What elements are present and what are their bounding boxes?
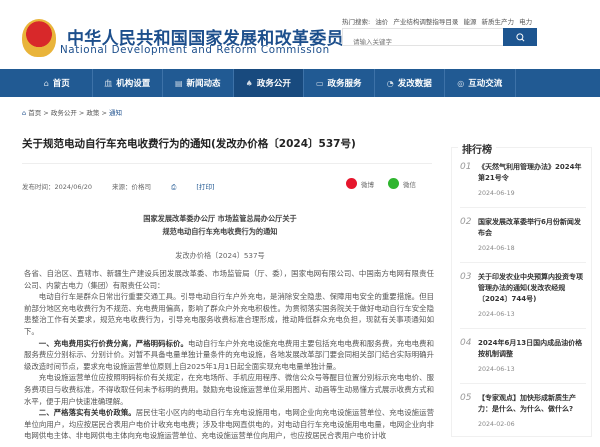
printer-icon: ⎙	[171, 183, 177, 191]
hot-term[interactable]: 油价	[375, 18, 388, 26]
nav-government-affairs[interactable]: ♠ 政务公开	[233, 69, 304, 97]
share-wechat[interactable]: 微信	[388, 178, 416, 189]
ranking-item[interactable]: 03 关于印发农业中央预算内投资专项管理办法的通知(发改农经规〔2024〕744号…	[460, 272, 586, 329]
breadcrumb-item[interactable]: 政策	[86, 109, 99, 117]
site-header: 中华人民共和国国家发展和改革委员会 National Development a…	[0, 0, 600, 69]
rank-title[interactable]: 《天然气利用管理办法》2024年第21号令	[478, 162, 586, 184]
rank-title[interactable]: 2024年6月13日国内成品油价格按机制调整	[478, 338, 586, 360]
search-input[interactable]	[343, 34, 493, 51]
section-heading: 二、严格落实有关电价政策。	[38, 408, 136, 418]
ranking-title: 排行榜	[458, 141, 496, 156]
rank-date: 2024-06-13	[478, 366, 515, 373]
article-title: 关于规范电动自行车充电收费行为的通知(发改办价格〔2024〕537号)	[22, 138, 356, 150]
hot-search: 热门搜索: 油价 产业结构调整指导目录 能源 新质生产力 电力	[342, 16, 535, 26]
nav-label: 政务公开	[256, 79, 291, 89]
tree-icon: ♠	[245, 78, 253, 88]
breadcrumb-item[interactable]: 政务公开	[51, 109, 77, 117]
paragraph: 各省、自治区、直辖市、新疆生产建设兵团发展改革委、市场监管局（厅、委），国家电网…	[24, 269, 434, 290]
rank-date: 2024-06-13	[478, 311, 515, 318]
publish-date: 发布时间：2024/06/20	[22, 183, 92, 191]
rank-number: 05	[460, 393, 472, 403]
logo-en[interactable]: National Development and Reform Commissi…	[60, 44, 330, 56]
source: 来源：价格司	[112, 183, 152, 191]
wechat-label: 微信	[403, 180, 416, 189]
hot-term[interactable]: 产业结构调整指导目录	[393, 18, 458, 26]
share-weibo[interactable]: 微博	[346, 178, 374, 189]
rank-date: 2024-02-06	[478, 421, 515, 428]
ranking-list: 01 《天然气利用管理办法》2024年第21号令 2024-06-19 02 国家发展…	[460, 162, 586, 447]
home-icon: ⌂	[43, 78, 49, 88]
nav-label: 互动交流	[468, 79, 503, 89]
hot-term[interactable]: 新质生产力	[482, 18, 515, 26]
breadcrumb: ⌂ 首页 > 政务公开 > 政策 > 通知	[22, 109, 122, 117]
pie-chart-icon: ◔	[386, 78, 394, 88]
paragraph: 二、严格落实有关电价政策。居民住宅小区内的电动自行车充电设施用电，电网企业向充电…	[24, 407, 434, 442]
rank-number: 03	[460, 272, 472, 282]
rank-number: 04	[460, 338, 472, 348]
nav-label: 发改数据	[397, 79, 432, 89]
nav-label: 首页	[52, 79, 70, 89]
hot-term[interactable]: 电力	[519, 18, 532, 26]
nav-services[interactable]: ▭ 政务服务	[304, 69, 375, 97]
nav-label: 机构设置	[116, 79, 151, 89]
rank-title[interactable]: 【专家观点】加快形成新质生产力：是什么、为什么、做什么?	[478, 393, 586, 415]
search-box	[342, 28, 537, 51]
rank-number: 02	[460, 217, 472, 227]
ranking-item[interactable]: 04 2024年6月13日国内成品油价格按机制调整 2024-06-13	[460, 338, 586, 384]
ranking-item[interactable]: 02 国家发展改革委举行6月份新闻发布会 2024-06-18	[460, 217, 586, 263]
breadcrumb-item[interactable]: 首页	[28, 109, 41, 117]
article-body: 各省、自治区、直辖市、新疆生产建设兵团发展改革委、市场监管局（厅、委），国家电网…	[24, 268, 434, 442]
weibo-label: 微博	[361, 180, 374, 189]
paragraph: 电动自行车是群众日常出行重要交通工具。引导电动自行车户外充电，是消除安全隐患、保…	[24, 292, 434, 336]
breadcrumb-current[interactable]: 通知	[109, 109, 122, 117]
nav-organization[interactable]: ⾎机构设置	[93, 69, 163, 97]
nav-home[interactable]: ⌂ 首页	[22, 69, 93, 97]
paragraph: 充电设施运营单位应按照明码标价有关规定，在充电场所、手机应用程序、微信公众号等醒…	[24, 373, 434, 406]
doc-heading-2: 规范电动自行车充电收费行为的通知	[162, 227, 278, 236]
search-icon	[515, 32, 524, 41]
paragraph: 一、充电费用实行价费分离，严格明码标价。电动自行车户外充电设施充电费用主要包括充…	[24, 338, 434, 373]
weibo-icon	[346, 178, 357, 189]
wechat-icon	[388, 178, 399, 189]
hot-search-label: 热门搜索:	[342, 18, 371, 26]
document-icon: ▤	[174, 78, 183, 88]
home-icon[interactable]: ⌂	[22, 109, 26, 117]
rank-number: 01	[460, 162, 472, 172]
hot-term[interactable]: 能源	[463, 18, 476, 26]
building-icon: ⾎	[104, 78, 113, 88]
rank-date: 2024-06-19	[478, 190, 515, 197]
chat-icon: ◎	[457, 78, 465, 88]
rank-title[interactable]: 关于印发农业中央预算内投资专项管理办法的通知(发改农经规〔2024〕744号)	[478, 272, 586, 305]
print-label: [打印]	[196, 183, 215, 191]
folder-icon: ▭	[315, 78, 324, 88]
article-meta: 发布时间：2024/06/20 来源：价格司 ⎙ [打印]	[22, 181, 250, 192]
doc-heading-1: 国家发展改革委办公厅 市场监管总局办公厅关于	[143, 214, 297, 223]
search-button[interactable]	[503, 28, 537, 46]
rank-date: 2024-06-18	[478, 245, 515, 252]
divider	[22, 163, 432, 164]
print-button[interactable]: ⎙ [打印]	[171, 183, 232, 191]
section-heading: 一、充电费用实行价费分离，严格明码标价。	[38, 338, 188, 348]
nav-data[interactable]: ◔ 发改数据	[375, 69, 445, 97]
main-nav: ⌂ 首页 ⾎机构设置 ▤ 新闻动态 ♠ 政务公开 ▭ 政务服务 ◔ 发改数据 ◎ 互动交流	[0, 69, 600, 97]
nav-label: 新闻动态	[186, 79, 221, 89]
rank-title[interactable]: 国家发展改革委举行6月份新闻发布会	[478, 217, 586, 239]
nav-label: 政务服务	[327, 79, 362, 89]
doc-number: 发改办价格〔2024〕537号	[175, 251, 265, 260]
nav-news[interactable]: ▤ 新闻动态	[163, 69, 234, 97]
national-emblem-icon	[22, 19, 56, 57]
ranking-item[interactable]: 01 《天然气利用管理办法》2024年第21号令 2024-06-19	[460, 162, 586, 208]
nav-interaction[interactable]: ◎ 互动交流	[445, 69, 516, 97]
ranking-item[interactable]: 05 【专家观点】加快形成新质生产力：是什么、为什么、做什么? 2024-02-06	[460, 393, 586, 438]
